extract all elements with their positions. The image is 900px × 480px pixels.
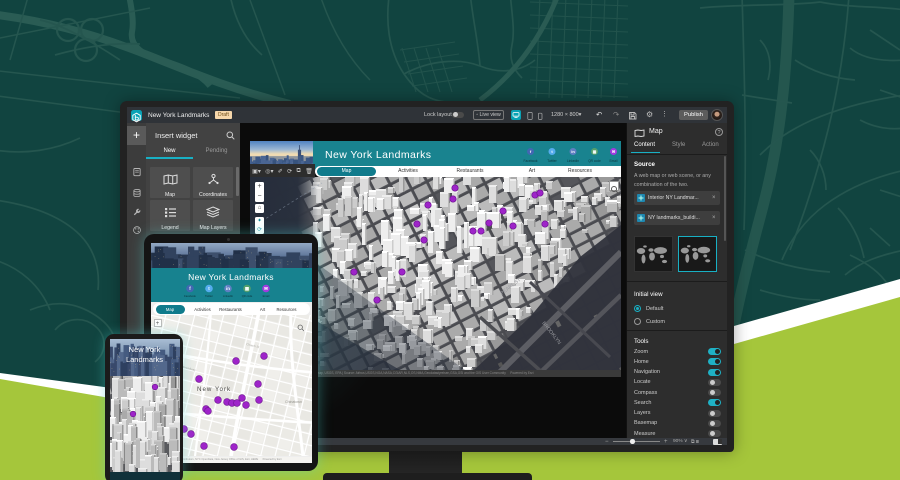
svg-text:QR code: QR code xyxy=(241,294,252,298)
svg-text:QR code: QR code xyxy=(588,159,601,163)
svg-text:Chinatown: Chinatown xyxy=(285,400,302,404)
svg-text:▦: ▦ xyxy=(244,286,248,291)
svg-text:Twitter: Twitter xyxy=(205,294,213,298)
svg-text:✉: ✉ xyxy=(264,286,268,291)
svg-text:LinkedIn: LinkedIn xyxy=(567,159,579,163)
svg-text:Email: Email xyxy=(610,159,618,163)
svg-text:Facebook: Facebook xyxy=(524,159,538,163)
svg-text:Email: Email xyxy=(262,294,269,298)
svg-text:LinkedIn: LinkedIn xyxy=(222,294,233,298)
svg-text:Facebook: Facebook xyxy=(184,294,196,298)
svg-text:New York: New York xyxy=(197,386,231,393)
svg-text:in: in xyxy=(571,149,575,154)
svg-text:in: in xyxy=(226,286,230,291)
svg-text:▦: ▦ xyxy=(593,149,597,154)
svg-text:Twitter: Twitter xyxy=(547,159,557,163)
